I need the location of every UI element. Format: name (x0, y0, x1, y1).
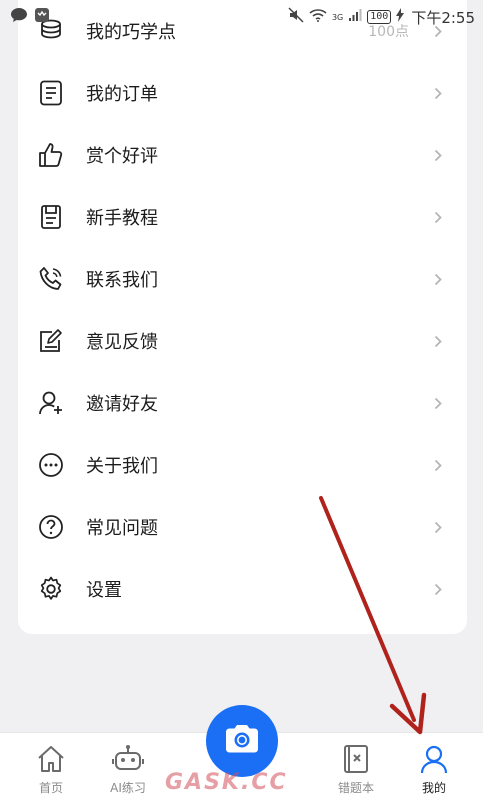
menu-item-label: 邀请好友 (86, 394, 158, 415)
menu-item-tutorial[interactable]: 新手教程 (18, 186, 467, 248)
charging-icon (396, 8, 405, 26)
wifi-icon (309, 8, 327, 26)
menu-item-label: 赏个好评 (86, 146, 158, 167)
chevron-right-icon (431, 86, 445, 100)
menu-item-label: 关于我们 (86, 456, 158, 477)
status-bar: 3G 100 下午2:55 (0, 0, 483, 34)
signal-icon (348, 8, 362, 26)
add-user-icon (37, 389, 65, 417)
chevron-right-icon (431, 148, 445, 162)
chevron-right-icon (431, 458, 445, 472)
settings-menu-card: 我的巧学点 100点 我的订单 赏个好评 新手教程 联系我们 意见反馈 邀请好友… (18, 0, 467, 634)
menu-item-orders[interactable]: 我的订单 (18, 62, 467, 124)
gear-icon (37, 575, 65, 603)
home-icon (35, 743, 67, 775)
more-icon (37, 451, 65, 479)
menu-item-settings[interactable]: 设置 (18, 558, 467, 620)
chevron-right-icon (431, 334, 445, 348)
menu-item-label: 设置 (86, 580, 122, 601)
mute-icon (288, 7, 304, 27)
nav-item-ai-practice[interactable]: AI练习 (88, 733, 168, 806)
order-icon (37, 79, 65, 107)
chevron-right-icon (431, 582, 445, 596)
robot-icon (112, 743, 144, 775)
chat-icon (10, 7, 28, 27)
chevron-right-icon (431, 520, 445, 534)
menu-item-faq[interactable]: 常见问题 (18, 496, 467, 558)
watermark-text: GASK.CC (165, 770, 288, 795)
nav-item-home[interactable]: 首页 (11, 733, 91, 806)
nav-label: 错题本 (337, 781, 374, 795)
menu-item-feedback[interactable]: 意见反馈 (18, 310, 467, 372)
user-icon (418, 743, 450, 775)
edit-icon (37, 327, 65, 355)
menu-item-label: 意见反馈 (86, 332, 158, 353)
menu-item-contact[interactable]: 联系我们 (18, 248, 467, 310)
status-time: 下午2:55 (411, 8, 475, 27)
phone-icon (37, 265, 65, 293)
camera-button[interactable] (206, 705, 278, 777)
nav-label: 首页 (38, 781, 63, 795)
battery-indicator: 100 (367, 10, 392, 24)
menu-item-label: 常见问题 (86, 518, 158, 539)
network-type: 3G (331, 12, 344, 22)
camera-icon (223, 723, 261, 759)
app-notification-icon (34, 7, 50, 27)
menu-item-rate[interactable]: 赏个好评 (18, 124, 467, 186)
thumbs-up-icon (37, 141, 65, 169)
help-icon (37, 513, 65, 541)
nav-label: 我的 (421, 781, 446, 795)
menu-item-about[interactable]: 关于我们 (18, 434, 467, 496)
menu-item-invite[interactable]: 邀请好友 (18, 372, 467, 434)
nav-item-mine[interactable]: 我的 (394, 733, 474, 806)
chevron-right-icon (431, 272, 445, 286)
nav-label: AI练习 (110, 781, 146, 795)
menu-item-label: 联系我们 (86, 270, 158, 291)
chevron-right-icon (431, 396, 445, 410)
chevron-right-icon (431, 210, 445, 224)
mistake-book-icon (340, 743, 372, 775)
menu-item-label: 我的订单 (86, 84, 158, 105)
menu-item-label: 新手教程 (86, 208, 158, 229)
nav-item-mistake-book[interactable]: 错题本 (316, 733, 396, 806)
book-icon (37, 203, 65, 231)
